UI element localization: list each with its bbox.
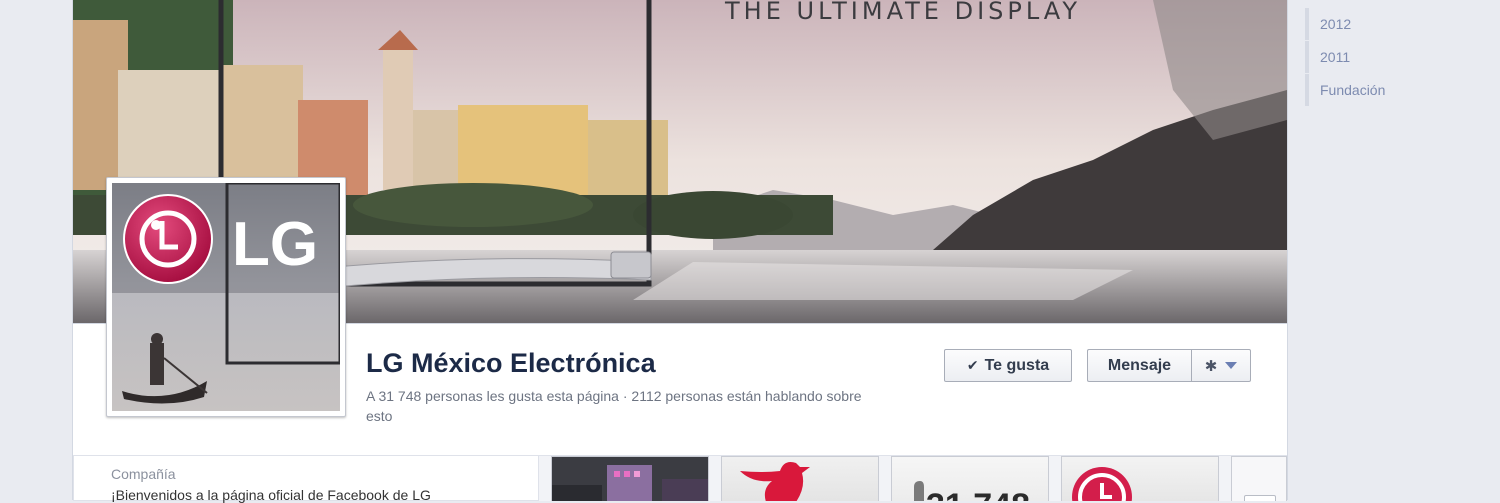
- page-stats: A 31 748 personas les gusta esta página …: [366, 388, 862, 424]
- app-tab-clock[interactable]: [1061, 456, 1219, 501]
- like-button-label: Te gusta: [984, 356, 1050, 374]
- page-main-column: THE ULTIMATE DISPLAY LG LG México Electr…: [72, 0, 1288, 503]
- about-box[interactable]: Compañía ¡Bienvenidos a la página oficia…: [73, 456, 539, 503]
- photos-thumbnail: [552, 457, 708, 501]
- message-button[interactable]: Mensaje: [1087, 349, 1191, 382]
- message-button-label: Mensaje: [1107, 356, 1172, 374]
- timeline-year-2011[interactable]: 2011: [1305, 41, 1455, 73]
- timeline-year-2012[interactable]: 2012: [1305, 8, 1455, 40]
- about-description: ¡Bienvenidos a la página oficial de Face…: [111, 487, 431, 503]
- app-tab-twitter[interactable]: [721, 456, 879, 501]
- settings-dropdown-button[interactable]: ✱: [1191, 349, 1251, 382]
- check-icon: ✔: [966, 357, 979, 373]
- more-apps-icon: [1244, 495, 1276, 501]
- bird-icon: [740, 462, 810, 501]
- about-category: Compañía: [111, 466, 176, 482]
- app-tab-photos[interactable]: [551, 456, 709, 501]
- lg-logo-icon: LG: [112, 183, 340, 411]
- like-button[interactable]: ✔ Te gusta: [944, 349, 1072, 382]
- clock-icon: [1072, 467, 1132, 501]
- lg-wordmark: LG: [232, 210, 318, 279]
- page-title: LG México Electrónica: [366, 348, 656, 378]
- profile-picture[interactable]: LG: [106, 177, 346, 417]
- app-tab-more[interactable]: [1231, 456, 1287, 501]
- app-tab-likes[interactable]: 31 748: [891, 456, 1049, 501]
- cover-tagline: THE ULTIMATE DISPLAY: [725, 0, 1081, 25]
- gear-icon: ✱: [1204, 357, 1218, 375]
- caret-down-icon: [1225, 362, 1238, 369]
- likes-count: 31 748: [926, 487, 1030, 501]
- timeline-year-founding[interactable]: Fundación: [1305, 74, 1455, 106]
- page-lower-section: Compañía ¡Bienvenidos a la página oficia…: [73, 455, 1287, 503]
